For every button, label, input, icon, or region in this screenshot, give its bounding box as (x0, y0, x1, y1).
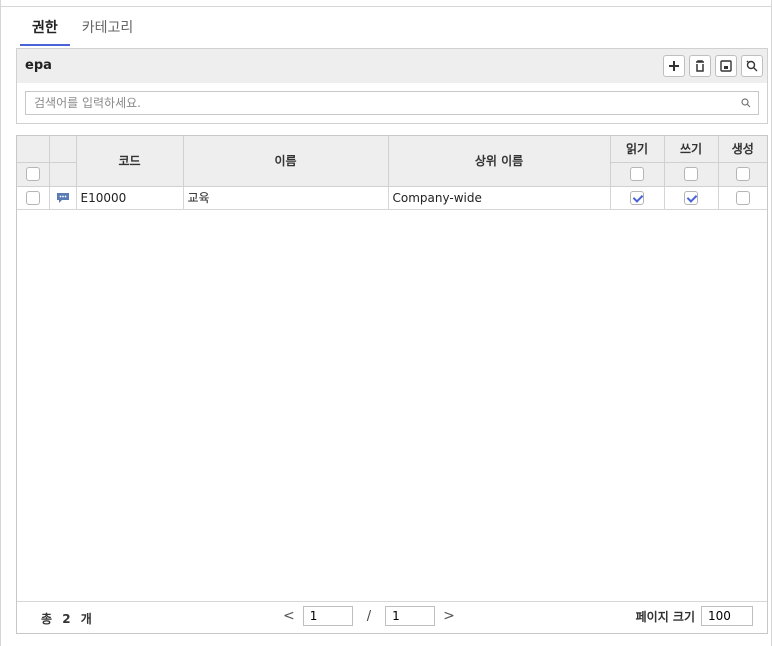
page-navigation: < / > (275, 606, 463, 626)
cell-read (610, 186, 665, 210)
search-field (25, 91, 759, 115)
tab-category[interactable]: 카테고리 (70, 16, 146, 46)
header-create[interactable]: 생성 (718, 136, 767, 163)
header-read[interactable]: 읽기 (610, 136, 665, 163)
panel-header: epa (17, 49, 767, 83)
total-unit: 개 (80, 612, 92, 626)
delete-button[interactable] (689, 55, 711, 77)
header-spacer (49, 136, 77, 163)
next-page-button[interactable]: > (435, 608, 463, 624)
read-all-cell (610, 162, 665, 187)
cell-create (718, 186, 767, 210)
panel-title: epa (25, 58, 52, 73)
header-parent-name[interactable]: 상위 이름 (388, 136, 611, 187)
create-checkbox[interactable] (735, 190, 750, 205)
page-size: 페이지 크기 (636, 606, 753, 626)
search-input[interactable] (26, 92, 726, 114)
search-icon[interactable] (740, 97, 752, 109)
create-all-cell (718, 162, 767, 187)
cell-code: E10000 (76, 186, 184, 210)
cell-write (664, 186, 719, 210)
total-pages-field (385, 606, 436, 626)
cell-name: 교육 (183, 186, 389, 210)
pager: 총 2 개 < / > 페이지 크기 (17, 601, 767, 633)
read-all-checkbox[interactable] (630, 167, 644, 182)
save-button[interactable] (715, 55, 737, 77)
header-spacer (49, 162, 77, 187)
row-checkbox[interactable] (25, 190, 40, 205)
table-row[interactable]: E10000 교육 Company-wide (17, 186, 767, 210)
current-page-input[interactable] (302, 606, 353, 626)
header-write[interactable]: 쓰기 (664, 136, 719, 163)
page-separator: / (366, 608, 372, 624)
reset-search-button[interactable] (741, 55, 763, 77)
write-all-checkbox[interactable] (684, 167, 698, 182)
total-value: 2 (62, 612, 71, 626)
total-count: 총 2 개 (41, 610, 98, 627)
page-size-label: 페이지 크기 (635, 609, 695, 624)
select-all-checkbox[interactable] (25, 167, 40, 182)
cell-parent-name: Company-wide (388, 186, 611, 210)
page-size-input[interactable] (701, 606, 753, 626)
row-comment-cell (49, 186, 77, 210)
create-all-checkbox[interactable] (735, 167, 750, 182)
read-checkbox[interactable] (630, 190, 644, 205)
save-icon (720, 60, 732, 72)
select-all-cell (17, 162, 50, 187)
row-select-cell (17, 186, 50, 210)
header-name[interactable]: 이름 (183, 136, 389, 187)
delete-icon (696, 60, 704, 72)
tab-permissions[interactable]: 권한 (20, 16, 70, 46)
tab-bar: 권한 카테고리 (20, 16, 145, 46)
comment-icon[interactable] (56, 192, 70, 204)
header-spacer (17, 136, 50, 163)
write-all-cell (664, 162, 719, 187)
prev-page-button[interactable]: < (275, 608, 303, 624)
total-label: 총 (41, 612, 53, 626)
add-button[interactable] (663, 55, 685, 77)
write-checkbox[interactable] (684, 190, 698, 205)
toolbar (663, 55, 763, 77)
permission-grid: 코드 이름 상위 이름 읽기 쓰기 생성 E10000 교육 Company-w… (16, 135, 768, 634)
search-panel: epa (16, 48, 768, 124)
reset-search-icon (746, 60, 758, 72)
add-icon (669, 61, 679, 71)
header-code[interactable]: 코드 (76, 136, 184, 187)
